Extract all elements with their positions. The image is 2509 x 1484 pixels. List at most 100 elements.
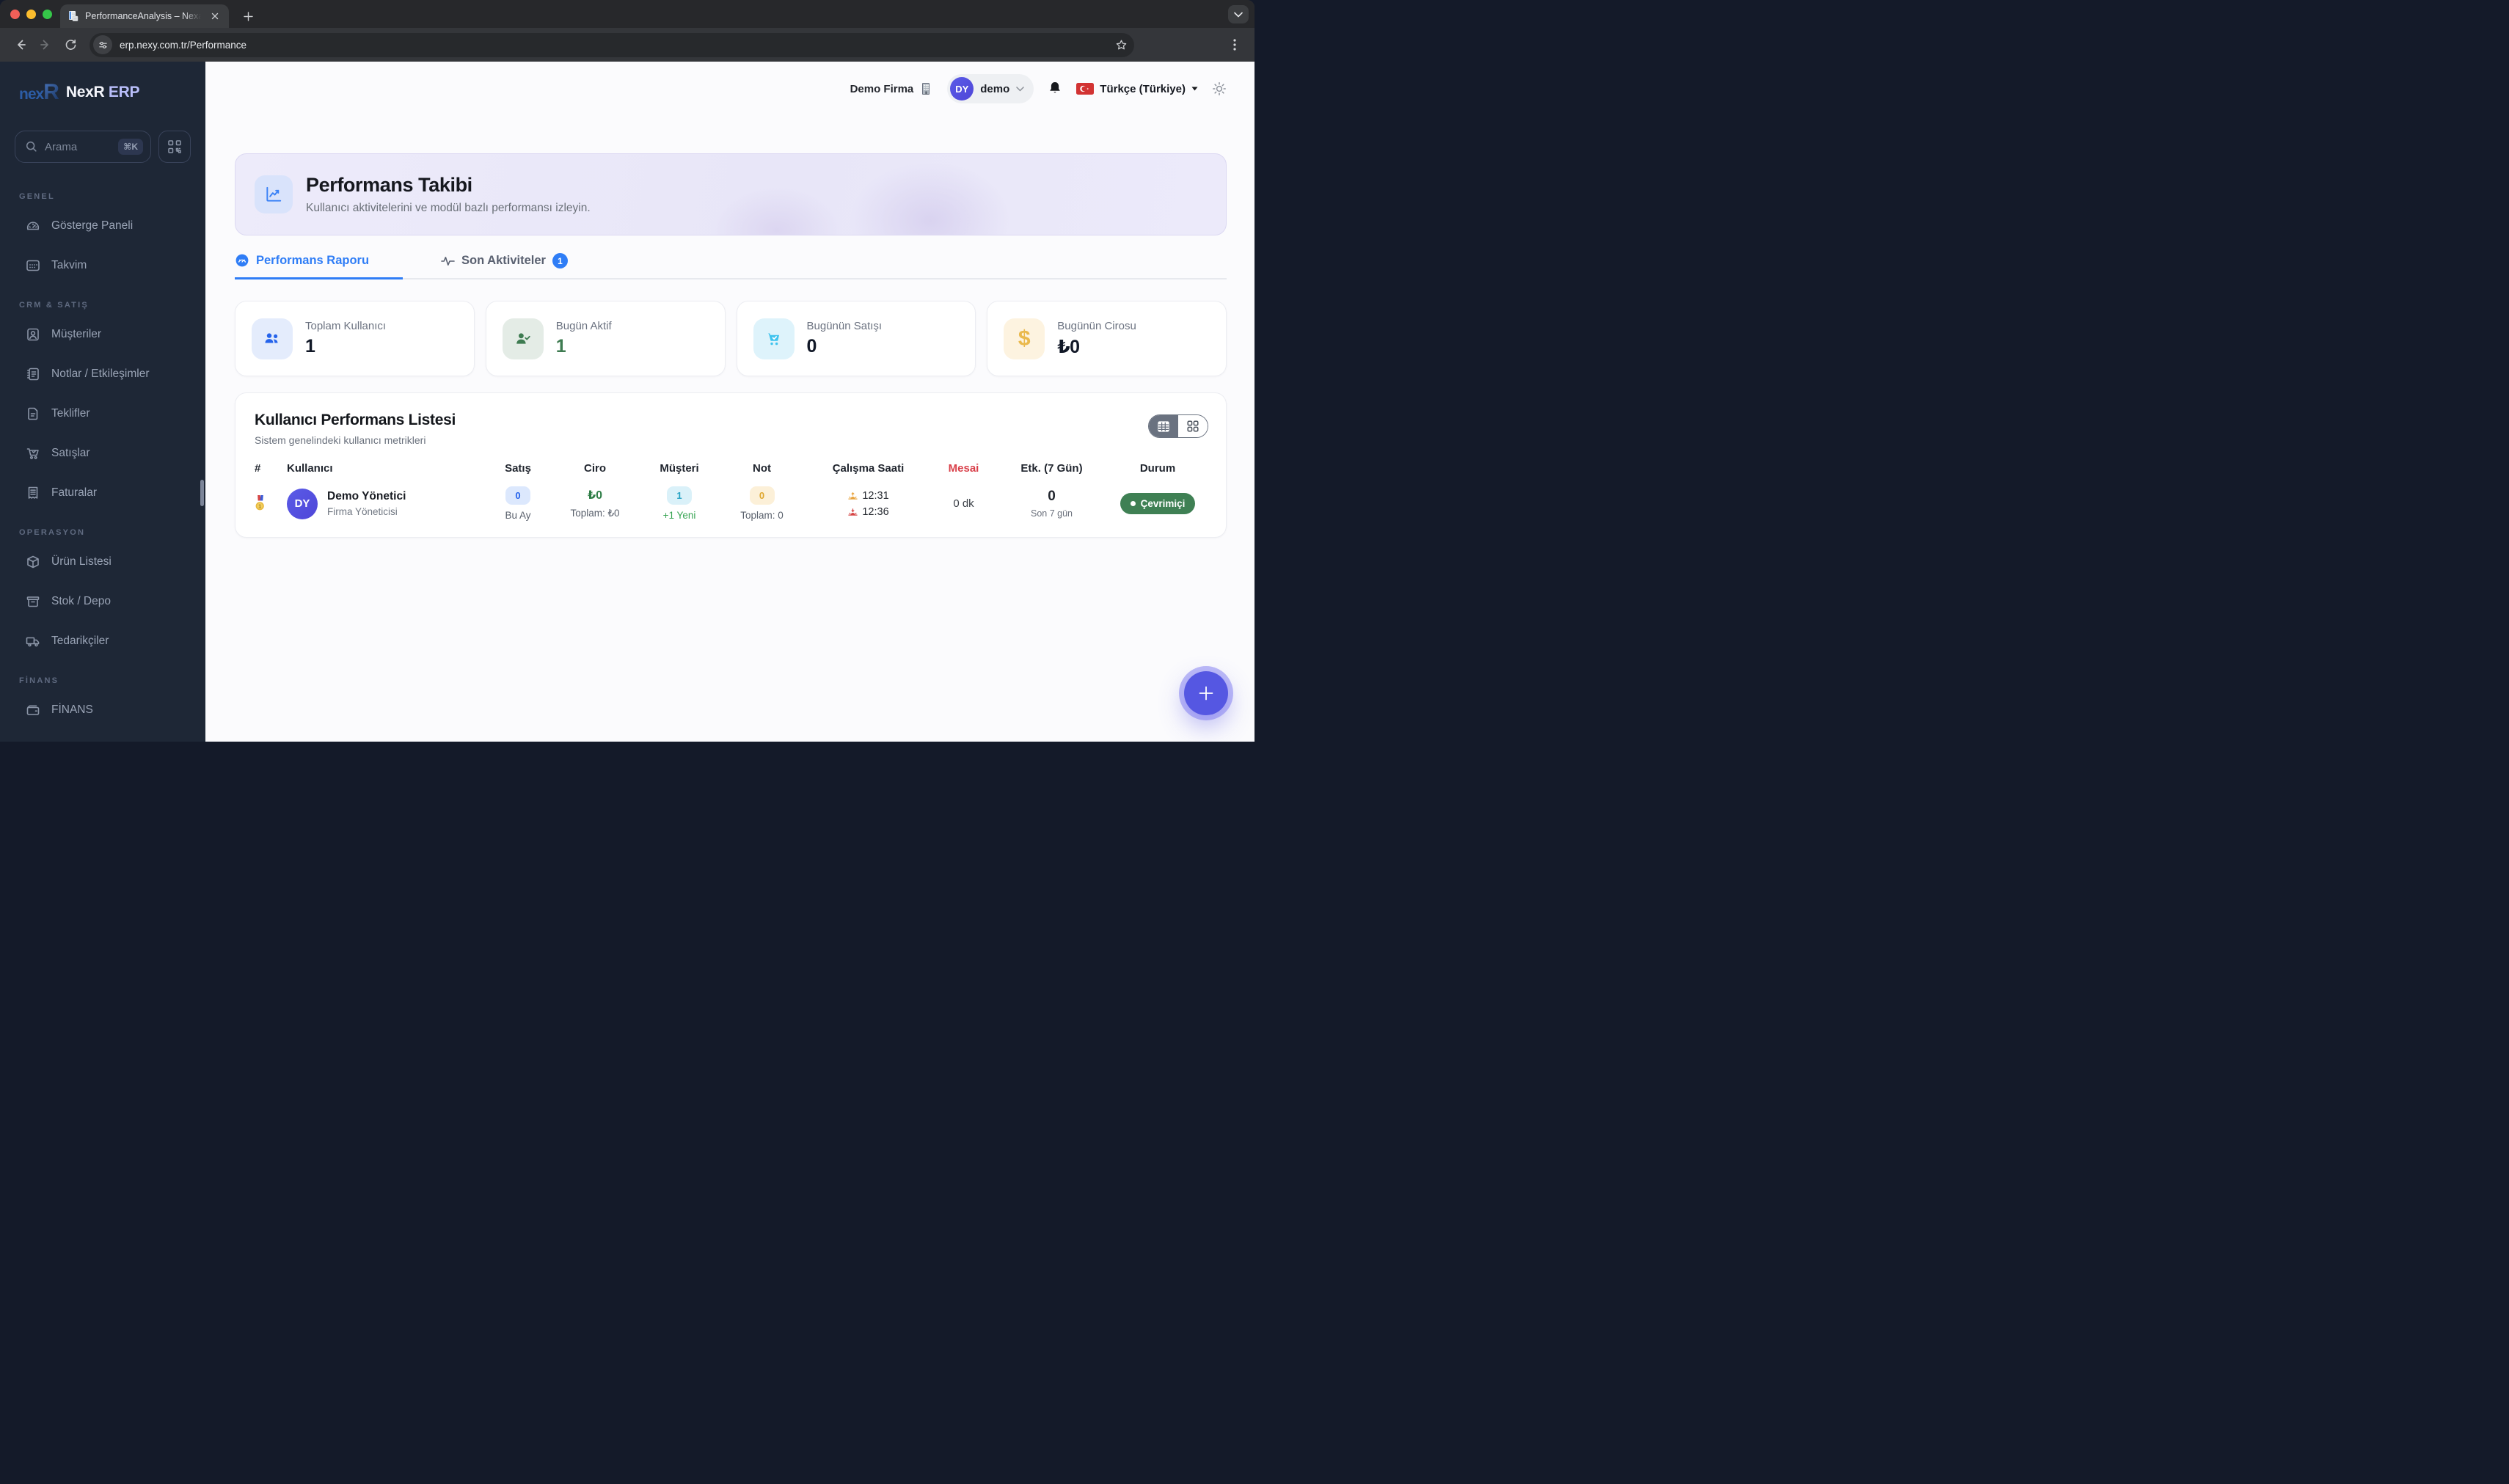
stat-value: 1 (555, 336, 566, 357)
window-controls (0, 9, 62, 19)
notifications-bell-icon[interactable] (1048, 81, 1062, 97)
new-tab-button[interactable] (239, 7, 257, 25)
sidebar-item-tedarikciler[interactable]: Tedarikçiler (15, 622, 191, 660)
customer-badge: 1 (667, 486, 692, 505)
sidebar-item-finans[interactable]: FİNANS (15, 691, 191, 729)
stat-label: Toplam Kullanıcı (305, 320, 387, 332)
notes-icon (25, 366, 41, 382)
sidebar-scrollbar[interactable] (200, 480, 204, 506)
site-info-icon[interactable] (93, 35, 112, 54)
sidebar-item-satislar[interactable]: Satışlar (15, 434, 191, 472)
calendar-icon (25, 257, 41, 274)
sidebar-item-stok-depo[interactable]: Stok / Depo (15, 582, 191, 621)
document-icon (25, 406, 41, 422)
storage-icon (25, 593, 41, 610)
cards-view-button[interactable] (1178, 415, 1208, 437)
note-cell: 0 Toplam: 0 (720, 486, 804, 521)
contact-card-icon (25, 326, 41, 343)
sidebar-item-takvim[interactable]: Takvim (15, 246, 191, 285)
language-selector[interactable]: Türkçe (Türkiye) (1076, 83, 1198, 95)
search-icon (25, 140, 38, 153)
sidebar-item-urun-listesi[interactable]: Ürün Listesi (15, 543, 191, 581)
tab-son-aktiviteler[interactable]: Son Aktiviteler 1 (441, 253, 568, 278)
url-bar[interactable]: erp.nexy.com.tr/Performance (90, 32, 1134, 57)
add-fab-button[interactable] (1184, 671, 1228, 715)
flag-turkey-icon (1076, 83, 1095, 95)
sidebar-item-faturalar[interactable]: Faturalar (15, 474, 191, 512)
activity-pulse-icon (441, 256, 455, 266)
qr-scan-button[interactable] (158, 131, 191, 163)
forward-button[interactable] (35, 34, 56, 55)
company-switcher[interactable]: Demo Firma (850, 82, 934, 95)
tab-strip: PerformanceAnalysis – Nexa E (0, 0, 1254, 28)
col-calisma-saati: Çalışma Saati (832, 462, 905, 475)
close-window-button[interactable] (10, 9, 20, 19)
gauge-blue-icon (235, 253, 249, 268)
col-musteri: Müşteri (660, 462, 699, 475)
brand-logo[interactable]: nexR NexR ERP (0, 62, 205, 106)
caret-down-icon (1191, 87, 1198, 91)
user-menu[interactable]: DY demo (947, 74, 1034, 103)
stat-cards: Toplam Kullanıcı 1 Bugün Aktif 1 Bugünün… (235, 301, 1227, 376)
stat-label: Bugün Aktif (555, 320, 612, 332)
sidebar-item-notlar[interactable]: Notlar / Etkileşimler (15, 355, 191, 393)
col-mesai: Mesai (948, 462, 979, 475)
stat-card-bugunun-cirosu: $ Bugünün Cirosu ₺0 (987, 301, 1227, 376)
sunset-icon (847, 508, 858, 516)
table-view-button[interactable] (1149, 415, 1178, 437)
logo-mark: nexR (19, 80, 59, 104)
back-button[interactable] (10, 34, 31, 55)
sidebar: nexR NexR ERP Arama ⌘K GENEL Gösterge Pa… (0, 62, 205, 742)
user-cell: DY Demo Yönetici Firma Yöneticisi (287, 488, 485, 519)
list-title: Kullanıcı Performans Listesi (255, 412, 456, 428)
tab-performans-raporu[interactable]: Performans Raporu (235, 253, 403, 279)
sidebar-nav: GENEL Gösterge Paneli Takvim CRM & SATIŞ… (0, 192, 205, 742)
table-header: # Kullanıcı Satış Ciro Müşteri Not Çalış… (255, 462, 1207, 475)
view-toggle (1148, 414, 1208, 438)
browser-tab[interactable]: PerformanceAnalysis – Nexa E (60, 4, 229, 28)
browser-menu-icon[interactable] (1225, 35, 1244, 54)
maximize-window-button[interactable] (43, 9, 52, 19)
col-kullanici: Kullanıcı (287, 462, 333, 475)
wallet-icon (25, 702, 41, 718)
truck-icon (25, 633, 41, 649)
chart-line-icon (255, 175, 293, 213)
brand-name: NexR ERP (65, 84, 140, 100)
reload-button[interactable] (60, 34, 81, 55)
overtime-cell: 0 dk (953, 497, 974, 510)
row-avatar: DY (287, 488, 318, 519)
performance-list-card: Kullanıcı Performans Listesi Sistem gene… (235, 392, 1227, 538)
tab-search-button[interactable] (1228, 5, 1249, 23)
tab-close-icon[interactable] (208, 10, 222, 23)
search-input[interactable]: Arama ⌘K (15, 131, 151, 163)
minimize-window-button[interactable] (26, 9, 36, 19)
main-content: Demo Firma DY demo Türkçe (Türkiye) Perf… (205, 62, 1254, 742)
status-cell: Çevrimiçi (1109, 493, 1207, 514)
top-header: Demo Firma DY demo Türkçe (Türkiye) (235, 73, 1227, 104)
stat-value: ₺0 (1057, 336, 1080, 357)
cart-check-icon (753, 318, 795, 359)
efficiency-cell: 0 Son 7 gün (1031, 489, 1073, 519)
col-etk: Etk. (7 Gün) (1020, 462, 1083, 475)
user-check-icon (502, 318, 544, 359)
sidebar-item-musteriler[interactable]: Müşteriler (15, 315, 191, 354)
nav-section-operasyon: OPERASYON (19, 528, 86, 537)
sidebar-item-gosterge-paneli[interactable]: Gösterge Paneli (15, 207, 191, 245)
bookmark-star-icon[interactable] (1111, 35, 1131, 54)
browser-window: PerformanceAnalysis – Nexa E erp.nexy.co… (0, 0, 1254, 742)
sidebar-item-teklifler[interactable]: Teklifler (15, 395, 191, 433)
theme-toggle-sun-icon[interactable] (1212, 81, 1227, 96)
stat-card-bugun-aktif: Bugün Aktif 1 (485, 301, 726, 376)
table-row[interactable]: 1 DY Demo Yönetici Firma Yöneticisi 0 Bu… (255, 486, 1207, 527)
row-user-name: Demo Yönetici (327, 490, 406, 502)
company-name: Demo Firma (850, 82, 914, 95)
page-banner: Performans Takibi Kullanıcı aktiviteleri… (235, 153, 1227, 235)
browser-toolbar: erp.nexy.com.tr/Performance (0, 28, 1254, 62)
col-satis: Satış (505, 462, 531, 475)
app-root: nexR NexR ERP Arama ⌘K GENEL Gösterge Pa… (0, 62, 1254, 742)
work-hours-cell: 12:31 12:36 (804, 490, 932, 518)
users-icon (252, 318, 293, 359)
customer-cell: 1 +1 Yeni (639, 486, 720, 521)
nav-section-genel: GENEL (19, 192, 55, 201)
gauge-icon (25, 218, 41, 234)
